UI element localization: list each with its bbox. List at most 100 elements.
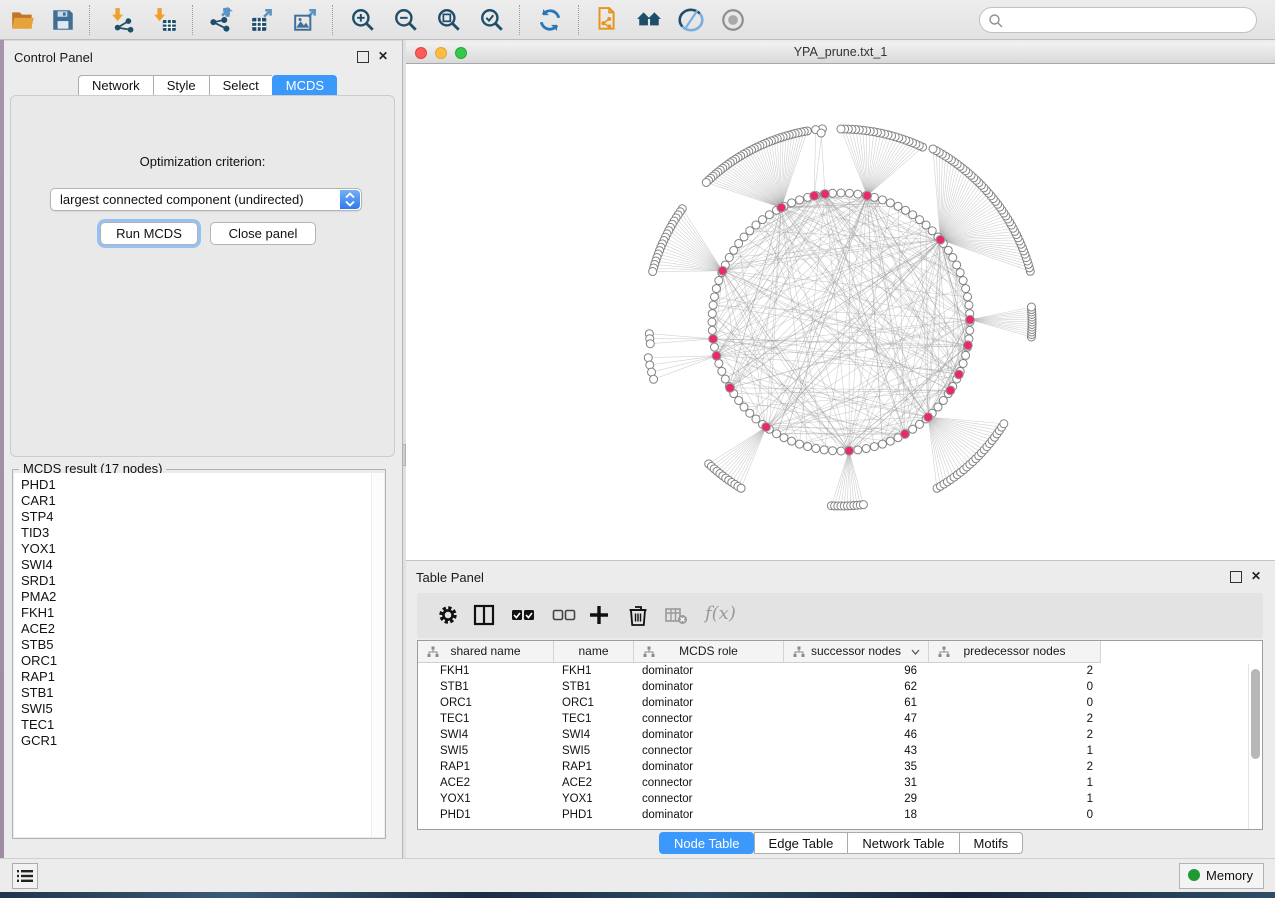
mcds-result-item[interactable]: STP4: [21, 509, 372, 525]
column-header-shared-name[interactable]: shared name: [418, 641, 554, 663]
table-cell: PHD1: [554, 807, 634, 823]
deselect-all-checkboxes-icon[interactable]: [552, 603, 576, 627]
table-cell: ORC1: [554, 695, 634, 711]
zoom-fit-icon[interactable]: [436, 7, 462, 33]
export-network-icon[interactable]: [208, 7, 234, 33]
column-layout-icon[interactable]: [472, 603, 496, 627]
memory-button[interactable]: Memory: [1179, 863, 1264, 889]
mcds-result-item[interactable]: RAP1: [21, 669, 372, 685]
column-header-name[interactable]: name: [554, 641, 634, 663]
toolbar-separator: [578, 5, 579, 35]
hierarchy-icon: [938, 646, 950, 658]
tab-style[interactable]: Style: [153, 75, 209, 96]
import-network-icon[interactable]: [110, 7, 136, 33]
control-panel: Control Panel ✕ Network Style Select MCD…: [4, 40, 402, 858]
table-row[interactable]: STB1STB1dominator620: [418, 679, 1264, 695]
table-row[interactable]: PHD1PHD1dominator180: [418, 807, 1264, 823]
run-mcds-button[interactable]: Run MCDS: [100, 222, 198, 245]
mcds-result-scrollbar[interactable]: [371, 473, 384, 837]
zoom-selected-icon[interactable]: [479, 7, 505, 33]
chevron-down-icon: [911, 649, 920, 655]
tab-motifs[interactable]: Motifs: [959, 832, 1024, 854]
share-document-icon[interactable]: [593, 7, 619, 33]
export-image-icon[interactable]: [293, 7, 319, 33]
float-panel-icon[interactable]: [357, 51, 369, 63]
table-row[interactable]: SWI4SWI4dominator462: [418, 727, 1264, 743]
mcds-result-item[interactable]: SRD1: [21, 573, 372, 589]
close-panel-icon[interactable]: ✕: [1250, 571, 1262, 583]
mcds-result-item[interactable]: PHD1: [21, 477, 372, 493]
delete-column-icon[interactable]: [626, 603, 650, 627]
mcds-result-item[interactable]: SWI5: [21, 701, 372, 717]
toolbar-separator: [89, 5, 90, 35]
table-scrollbar[interactable]: [1248, 664, 1261, 829]
column-header-successor-nodes[interactable]: successor nodes: [784, 641, 929, 663]
delete-table-icon[interactable]: [664, 603, 688, 627]
mcds-result-item[interactable]: PMA2: [21, 589, 372, 605]
memory-label: Memory: [1206, 868, 1253, 883]
column-header-mcds-role[interactable]: MCDS role: [634, 641, 784, 663]
settings-gear-icon[interactable]: [436, 603, 460, 627]
export-table-icon[interactable]: [250, 7, 276, 33]
network-window-titlebar[interactable]: YPA_prune.txt_1: [406, 42, 1275, 64]
table-row[interactable]: YOX1YOX1connector291: [418, 791, 1264, 807]
mcds-result-item[interactable]: TEC1: [21, 717, 372, 733]
open-folder-icon[interactable]: [10, 7, 36, 33]
tab-node-table[interactable]: Node Table: [659, 832, 754, 854]
tab-mcds[interactable]: MCDS: [272, 75, 337, 96]
table-cell: PHD1: [418, 807, 554, 823]
mcds-result-item[interactable]: YOX1: [21, 541, 372, 557]
table-row[interactable]: TEC1TEC1connector472: [418, 711, 1264, 727]
tab-edge-table[interactable]: Edge Table: [754, 832, 848, 854]
tab-network-table[interactable]: Network Table: [847, 832, 958, 854]
table-row[interactable]: SWI5SWI5connector431: [418, 743, 1264, 759]
table-cell: 1: [929, 775, 1101, 791]
mcds-result-item[interactable]: ORC1: [21, 653, 372, 669]
refresh-icon[interactable]: [537, 7, 563, 33]
network-canvas[interactable]: [406, 64, 1275, 560]
mcds-result-item[interactable]: ACE2: [21, 621, 372, 637]
mcds-result-item[interactable]: STB1: [21, 685, 372, 701]
optimization-criterion-select[interactable]: largest connected component (undirected): [50, 188, 362, 211]
zoom-out-icon[interactable]: [393, 7, 419, 33]
mcds-result-item[interactable]: TID3: [21, 525, 372, 541]
zoom-in-icon[interactable]: [350, 7, 376, 33]
home-networks-icon[interactable]: [636, 7, 662, 33]
close-panel-button[interactable]: Close panel: [210, 222, 316, 245]
mcds-result-item[interactable]: SWI4: [21, 557, 372, 573]
float-panel-icon[interactable]: [1230, 571, 1242, 583]
search-input[interactable]: [979, 7, 1257, 33]
select-all-checkboxes-icon[interactable]: [511, 603, 535, 627]
tab-network[interactable]: Network: [78, 75, 153, 96]
network-view-window: YPA_prune.txt_1: [406, 42, 1275, 560]
import-table-icon[interactable]: [152, 7, 178, 33]
mcds-result-item[interactable]: CAR1: [21, 493, 372, 509]
table-scrollbar-thumb[interactable]: [1251, 669, 1260, 759]
tab-select[interactable]: Select: [209, 75, 272, 96]
save-icon[interactable]: [50, 7, 76, 33]
table-cell: SWI5: [418, 743, 554, 759]
table-row[interactable]: RAP1RAP1dominator352: [418, 759, 1264, 775]
toolbar-separator: [192, 5, 193, 35]
network-window-title: YPA_prune.txt_1: [406, 45, 1275, 59]
select-stepper: [340, 190, 360, 209]
table-cell: ACE2: [418, 775, 554, 791]
table-row[interactable]: ORC1ORC1dominator610: [418, 695, 1264, 711]
mcds-result-list[interactable]: PHD1CAR1STP4TID3YOX1SWI4SRD1PMA2FKH1ACE2…: [14, 473, 372, 837]
table-cell: 35: [784, 759, 929, 775]
table-cell: dominator: [634, 679, 784, 695]
column-header-predecessor-nodes[interactable]: predecessor nodes: [929, 641, 1101, 663]
control-panel-title: Control Panel: [14, 50, 93, 65]
table-cell: dominator: [634, 807, 784, 823]
mcds-result-item[interactable]: GCR1: [21, 733, 372, 749]
close-panel-icon[interactable]: ✕: [377, 51, 389, 63]
mcds-result-item[interactable]: FKH1: [21, 605, 372, 621]
mcds-result-item[interactable]: STB5: [21, 637, 372, 653]
table-cell: 18: [784, 807, 929, 823]
eye-disabled-icon[interactable]: [720, 7, 746, 33]
task-history-button[interactable]: [12, 863, 38, 889]
table-row[interactable]: ACE2ACE2connector311: [418, 775, 1264, 791]
vision-toggle-icon[interactable]: [678, 7, 704, 33]
table-row[interactable]: FKH1FKH1dominator962: [418, 663, 1264, 679]
add-column-icon[interactable]: [587, 603, 611, 627]
